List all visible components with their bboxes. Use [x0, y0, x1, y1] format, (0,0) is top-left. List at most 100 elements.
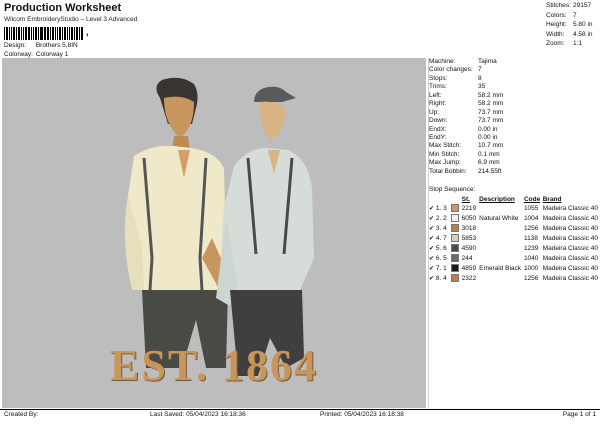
stat-value: 7	[573, 11, 577, 19]
machine-info-row: Total Bobbin: 214.55ft	[429, 168, 503, 176]
barcode-bar	[81, 27, 84, 40]
machine-info-label: Color changes:	[429, 66, 473, 74]
barcode-bar	[56, 27, 58, 40]
barcode-bar	[35, 27, 37, 40]
stop-number: 8.	[435, 275, 442, 282]
machine-info-value: 214.55ft	[478, 167, 502, 175]
brand-cell: Madeira Classic 40	[542, 215, 598, 222]
brand-cell: Madeira Classic 40	[542, 245, 598, 252]
st-cell: 244	[461, 255, 473, 262]
barcode-bar	[4, 27, 5, 40]
table-row: ✔ 2. 2 6050 Natural White 1004 Madeira Class…	[429, 214, 600, 224]
barcode-bar	[52, 27, 54, 40]
left-figure	[124, 77, 234, 368]
stop-cell: ✔ 2. 2	[429, 214, 451, 224]
check-icon: ✔	[429, 216, 435, 222]
machine-info-value: 8	[478, 74, 482, 82]
machine-info-row: Min Stitch: 0.1 mm	[429, 151, 503, 159]
stop-number: 7.	[435, 265, 442, 272]
barcode-bar	[16, 27, 18, 40]
needle-number: 4	[443, 225, 447, 232]
stop-number: 4.	[435, 235, 442, 242]
barcode-bar	[43, 27, 45, 40]
color-swatch	[451, 274, 460, 283]
code-cell: 1256	[523, 275, 539, 282]
machine-info: Machine: Tajima Color changes: 7 Stops: 8 Trim…	[429, 58, 503, 176]
stat-value: 5.80 in	[573, 21, 593, 28]
st-cell: 4590	[461, 245, 477, 252]
color-swatch	[451, 264, 460, 273]
swatch-cell	[451, 224, 462, 234]
barcode-bar	[20, 27, 22, 40]
machine-info-value: 73.7 mm	[478, 108, 504, 116]
machine-info-value: 7	[478, 66, 482, 74]
stop-cell: ✔ 3. 4	[429, 224, 451, 234]
code-cell: 1040	[523, 255, 539, 262]
stop-cell: ✔ 4. 7	[429, 234, 451, 244]
machine-info-label: Stops:	[429, 74, 448, 82]
st-cell: 5853	[461, 235, 477, 242]
machine-info-value: 0.1 mm	[478, 150, 500, 158]
check-icon: ✔	[429, 246, 435, 252]
stop-cell: ✔ 8. 4	[429, 274, 451, 284]
machine-info-label: Max Jump:	[429, 159, 461, 167]
table-row: ✔ 6. 5 244 1040 Madeira Classic 40	[429, 254, 600, 264]
machine-info-row: Stops: 8	[429, 75, 503, 83]
barcode-bar	[79, 27, 81, 40]
st-column-header: St.	[461, 196, 470, 203]
brand-cell: Madeira Classic 40	[542, 225, 598, 232]
colorway-value: Colorway 1	[35, 51, 69, 58]
stop-number: 5.	[435, 245, 442, 252]
stop-cell: ✔ 7. 1	[429, 264, 451, 274]
needle-number: 5	[443, 255, 447, 262]
design-label: Design:	[4, 42, 27, 49]
needle-number: 3	[443, 205, 447, 212]
needle-number: 6	[443, 245, 447, 252]
swatch-cell	[451, 244, 462, 254]
st-cell: 2219	[461, 205, 477, 212]
machine-info-value: 6.9 mm	[478, 159, 500, 167]
stat-row: Zoom: 1:1	[546, 39, 593, 49]
machine-info-row: Max Stitch: 10.7 mm	[429, 142, 503, 150]
machine-info-row: Down: 73.7 mm	[429, 117, 503, 125]
table-row: ✔ 4. 7 5853 1138 Madeira Classic 40	[429, 234, 600, 244]
description-cell: Emerald Black	[479, 265, 522, 272]
machine-info-value: 10.7 mm	[478, 142, 504, 150]
description-cell	[479, 224, 524, 234]
machine-info-row: Right: 58.2 mm	[429, 100, 503, 108]
barcode-bar	[67, 27, 69, 40]
barcode-bar	[31, 27, 33, 40]
brand-cell: Madeira Classic 40	[542, 255, 598, 262]
barcode-bar	[8, 27, 10, 40]
page-title: Production Worksheet	[4, 2, 122, 14]
check-icon: ✔	[429, 276, 435, 282]
code-cell: 1004	[523, 215, 539, 222]
description-column-header: Description	[479, 196, 515, 203]
machine-info-label: Down:	[429, 117, 448, 125]
barcode-bar	[39, 27, 43, 40]
barcode-bar	[24, 27, 27, 40]
color-swatch	[451, 254, 460, 263]
table-row: ✔ 5. 6 4590 1239 Madeira Classic 40	[429, 244, 600, 254]
barcode-bar	[5, 27, 8, 40]
machine-info-row: EndY: 0.00 in	[429, 134, 503, 142]
right-figure	[216, 86, 314, 376]
barcode-bar	[58, 27, 62, 40]
color-swatch	[451, 214, 460, 223]
color-swatch	[451, 204, 460, 213]
description-cell	[479, 234, 524, 244]
st-cell: 2322	[461, 275, 477, 282]
description-cell	[479, 244, 524, 254]
machine-info-value: 35	[478, 83, 486, 91]
barcode-bar	[64, 27, 67, 40]
footer-divider	[0, 409, 600, 410]
stat-label: Height:	[546, 21, 567, 28]
code-cell: 1239	[523, 245, 539, 252]
code-cell: 1256	[523, 225, 539, 232]
check-icon: ✔	[429, 206, 435, 212]
machine-info-row: Left: 58.2 mm	[429, 92, 503, 100]
brand-cell: Madeira Classic 40	[542, 275, 598, 282]
barcode-bar	[22, 27, 24, 40]
swatch-column-header	[451, 195, 462, 204]
stat-row: Stitches: 29157	[546, 1, 593, 11]
